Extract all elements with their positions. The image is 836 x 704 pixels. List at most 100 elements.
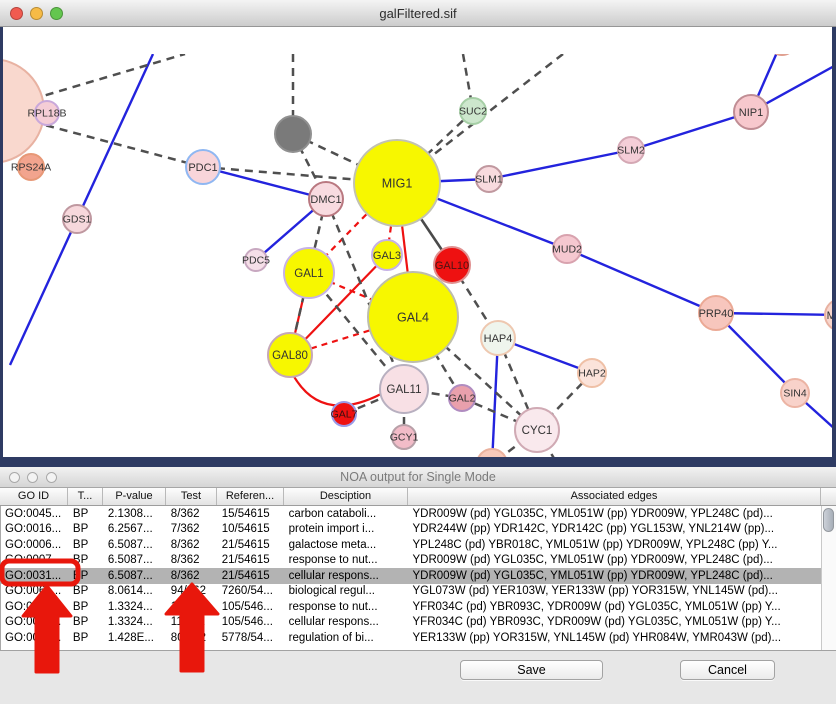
table-row[interactable]: GO:0006...BP6.5087...8/36221/54615galact… — [1, 537, 821, 553]
table-cell[interactable]: GO:0031... — [1, 570, 69, 582]
table-cell[interactable]: 8.0614... — [104, 585, 167, 597]
table-row[interactable]: GO:0016...BP6.2567...7/36210/54615protei… — [1, 522, 821, 538]
network-canvas[interactable]: RPL18BRPS24AGDS1PDC1DMC1MIG1SUC2SLM1SLM2… — [0, 27, 836, 457]
table-cell[interactable]: YFR034C (pd) YBR093C, YDR009W (pd) YGL03… — [409, 616, 821, 628]
table-cell[interactable]: response to nut... — [285, 601, 409, 613]
column-header-associated-edges[interactable]: Associated edges — [408, 488, 821, 505]
table-cell[interactable]: 8/362 — [167, 508, 218, 520]
table-cell[interactable]: 6.5087... — [104, 539, 167, 551]
table-cell[interactable]: YER133W (pp) YOR315W, YNL145W (pd) YHR08… — [409, 632, 821, 644]
results-table-header[interactable]: GO IDT...P-valueTestReferen...Desciption… — [0, 488, 836, 506]
table-row[interactable]: GO:0031...BP1.3324...11/362105/546...res… — [1, 599, 821, 615]
table-cell[interactable]: 6.5087... — [104, 570, 167, 582]
table-cell[interactable]: galactose meta... — [285, 539, 409, 551]
table-cell[interactable]: cellular respons... — [285, 616, 409, 628]
table-cell[interactable]: YDR009W (pd) YGL035C, YML051W (pp) YDR00… — [409, 508, 821, 520]
table-row[interactable]: GO:0007...BP6.5087...8/36221/54615respon… — [1, 553, 821, 569]
table-cell[interactable]: BP — [69, 554, 104, 566]
graph-window-titlebar[interactable]: galFiltered.sif — [0, 0, 836, 27]
table-cell[interactable]: BP — [69, 539, 104, 551]
column-header-go-id[interactable]: GO ID — [0, 488, 68, 505]
table-cell[interactable]: GO:0050... — [1, 632, 69, 644]
cancel-button[interactable]: Cancel — [680, 660, 775, 680]
table-cell[interactable]: BP — [69, 616, 104, 628]
table-cell[interactable]: 8/362 — [167, 570, 218, 582]
column-header-p-value[interactable]: P-value — [103, 488, 166, 505]
table-cell[interactable]: 6.5087... — [104, 554, 167, 566]
table-cell[interactable]: 5778/54... — [218, 632, 285, 644]
node-label: PDC1 — [188, 162, 217, 174]
table-cell[interactable]: 7260/54... — [218, 585, 285, 597]
node-label: GAL1 — [294, 268, 323, 280]
table-cell[interactable]: 7/362 — [167, 523, 218, 535]
node-label: HAP2 — [578, 368, 606, 380]
node-hap3[interactable] — [477, 449, 507, 457]
save-button[interactable]: Save — [460, 660, 603, 680]
table-row[interactable]: GO:0050...BP1.428E...80/3625778/54...reg… — [1, 630, 821, 646]
table-cell[interactable]: 105/546... — [218, 601, 285, 613]
table-cell[interactable]: 80/362 — [167, 632, 218, 644]
table-cell[interactable]: BP — [69, 508, 104, 520]
table-cell[interactable]: 21/54615 — [218, 554, 285, 566]
table-cell[interactable]: 2.1308... — [104, 508, 167, 520]
table-cell[interactable]: response to nut... — [285, 554, 409, 566]
table-cell[interactable]: BP — [69, 601, 104, 613]
table-cell[interactable]: GO:0007... — [1, 554, 69, 566]
table-cell[interactable]: BP — [69, 585, 104, 597]
table-cell[interactable]: BP — [69, 632, 104, 644]
table-cell[interactable]: 1.3324... — [104, 616, 167, 628]
column-header-t-[interactable]: T... — [68, 488, 103, 505]
column-header-test[interactable]: Test — [166, 488, 217, 505]
graph-frame-bottom — [0, 457, 836, 467]
table-cell[interactable]: 1.3324... — [104, 601, 167, 613]
table-cell[interactable]: 11/362 — [167, 616, 218, 628]
graph-frame-right — [832, 27, 836, 457]
node-label: DMC1 — [310, 194, 341, 206]
table-cell[interactable]: 10/54615 — [218, 523, 285, 535]
table-cell[interactable]: carbon cataboli... — [285, 508, 409, 520]
node-gray1[interactable] — [275, 116, 311, 152]
column-header-desciption[interactable]: Desciption — [284, 488, 408, 505]
table-cell[interactable]: YFR034C (pd) YBR093C, YDR009W (pd) YGL03… — [409, 601, 821, 613]
column-header-referen-[interactable]: Referen... — [217, 488, 284, 505]
table-cell[interactable]: BP — [69, 570, 104, 582]
noa-window-titlebar[interactable]: NOA output for Single Mode — [0, 467, 836, 488]
table-cell[interactable]: regulation of bi... — [285, 632, 409, 644]
table-cell[interactable]: 8/362 — [167, 539, 218, 551]
table-cell[interactable]: biological regul... — [285, 585, 409, 597]
node-label: PRP40 — [699, 308, 734, 320]
table-cell[interactable]: BP — [69, 523, 104, 535]
node-label: MUD2 — [552, 244, 582, 256]
table-cell[interactable]: 105/546... — [218, 616, 285, 628]
scrollbar-thumb[interactable] — [823, 508, 834, 532]
node-label: CYC1 — [522, 425, 553, 437]
table-cell[interactable]: 6.2567... — [104, 523, 167, 535]
table-cell[interactable]: YDR244W (pp) YDR142C, YDR142C (pp) YGL15… — [409, 523, 821, 535]
edge — [292, 373, 381, 406]
table-cell[interactable]: 21/54615 — [218, 539, 285, 551]
table-cell[interactable]: 8/362 — [167, 554, 218, 566]
table-cell[interactable]: 11/362 — [167, 601, 218, 613]
table-cell[interactable]: GO:0065... — [1, 585, 69, 597]
table-cell[interactable]: GO:0031... — [1, 601, 69, 613]
table-cell[interactable]: GO:0031... — [1, 616, 69, 628]
table-row[interactable]: GO:0065...BP8.0614...94/3627260/54...bio… — [1, 584, 821, 600]
table-cell[interactable]: 15/54615 — [218, 508, 285, 520]
table-cell[interactable]: YPL248C (pd) YBR018C, YML051W (pp) YDR00… — [409, 539, 821, 551]
table-cell[interactable]: cellular respons... — [285, 570, 409, 582]
table-cell[interactable]: GO:0045... — [1, 508, 69, 520]
table-row[interactable]: GO:0031...BP1.3324...11/362105/546...cel… — [1, 615, 821, 631]
node-tr1[interactable] — [768, 54, 796, 55]
table-cell[interactable]: GO:0016... — [1, 523, 69, 535]
table-cell[interactable]: 21/54615 — [218, 570, 285, 582]
table-cell[interactable]: YDR009W (pd) YGL035C, YML051W (pp) YDR00… — [409, 570, 821, 582]
table-cell[interactable]: YDR009W (pd) YGL035C, YML051W (pp) YDR00… — [409, 554, 821, 566]
table-cell[interactable]: 1.428E... — [104, 632, 167, 644]
table-cell[interactable]: protein import i... — [285, 523, 409, 535]
table-cell[interactable]: YGL073W (pd) YER103W, YER133W (pp) YOR31… — [409, 585, 821, 597]
table-cell[interactable]: GO:0006... — [1, 539, 69, 551]
vertical-scrollbar[interactable] — [821, 506, 836, 650]
table-row[interactable]: GO:0031...BP6.5087...8/36221/54615cellul… — [1, 568, 821, 584]
table-cell[interactable]: 94/362 — [167, 585, 218, 597]
table-row[interactable]: GO:0045...BP2.1308...8/36215/54615carbon… — [1, 506, 821, 522]
